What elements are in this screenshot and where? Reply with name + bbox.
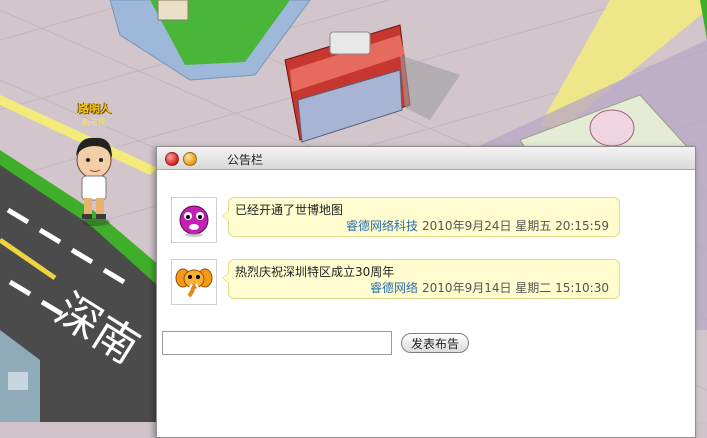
post-meta: 睿德网络科技 2010年9月24日 星期五 20:15:59 — [346, 217, 609, 234]
post-author-link[interactable]: 睿德网络 — [370, 281, 418, 295]
player-name: 路明人 — [78, 102, 111, 115]
window-title: 公告栏 — [227, 153, 264, 167]
pink-ball-face-icon — [171, 197, 217, 243]
bulletin-window: 公告栏 已经开通了世博地图 睿德网络科技 2010年9月24日 星期五 20:15… — [156, 146, 696, 438]
post-bubble: 已经开通了世博地图 睿德网络科技 2010年9月24日 星期五 20:15:59 — [222, 197, 620, 237]
post-date: 2010年9月14日 星期二 15:10:30 — [422, 281, 609, 295]
orange-elephant-icon — [171, 259, 217, 305]
player-title: 新市民 — [82, 118, 106, 127]
post-bubble: 热烈庆祝深圳特区成立30周年 睿德网络 2010年9月14日 星期二 15:10:… — [222, 259, 620, 299]
post-message: 热烈庆祝深圳特区成立30周年 — [235, 265, 395, 279]
post-meta: 睿德网络 2010年9月14日 星期二 15:10:30 — [370, 279, 609, 296]
post-button[interactable]: 发表布告 — [401, 333, 469, 353]
post-message: 已经开通了世博地图 — [235, 203, 344, 217]
close-button[interactable] — [165, 152, 179, 166]
post-author-link[interactable]: 睿德网络科技 — [346, 219, 418, 233]
post-input[interactable] — [162, 331, 392, 355]
minimize-button[interactable] — [183, 152, 197, 166]
post-date: 2010年9月24日 星期五 20:15:59 — [422, 219, 609, 233]
window-titlebar[interactable]: 公告栏 — [157, 147, 695, 170]
